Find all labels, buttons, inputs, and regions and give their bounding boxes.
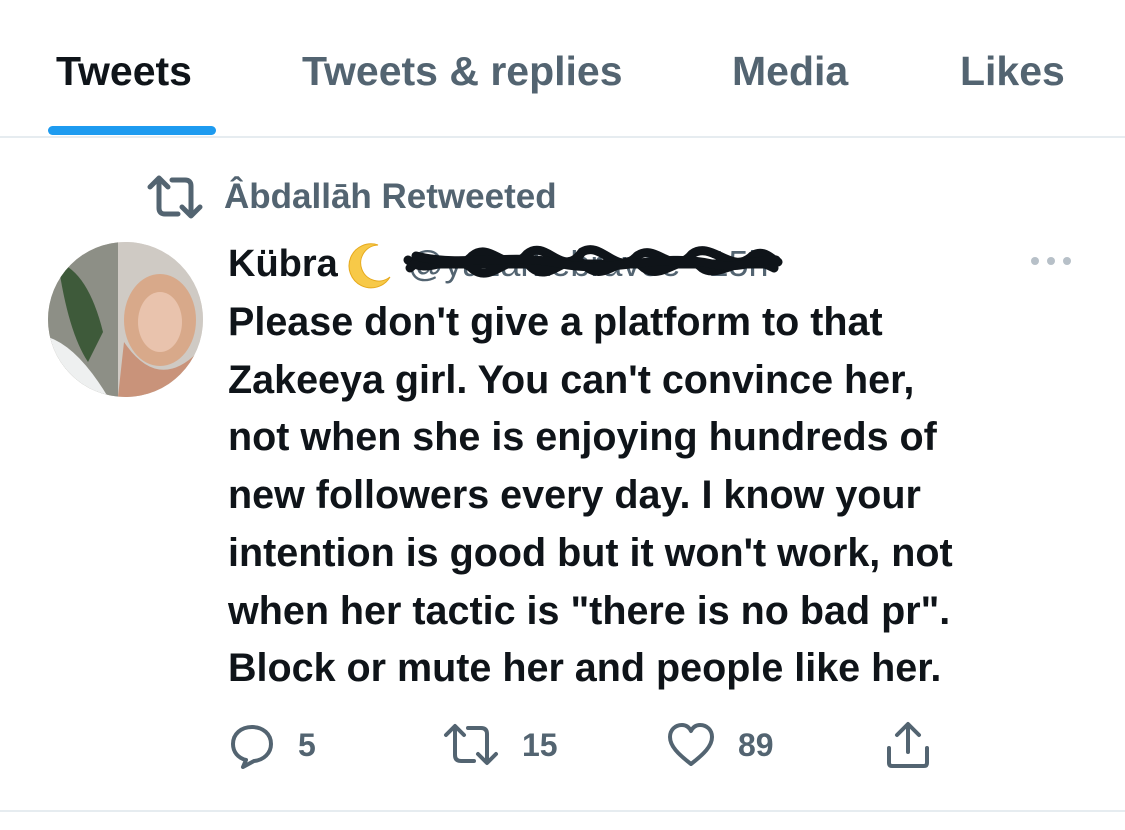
tab-media[interactable]: Media <box>732 44 848 98</box>
reply-icon <box>231 725 273 769</box>
avatar-photo <box>48 242 203 397</box>
avatar[interactable] <box>48 242 203 397</box>
tab-tweets-and-replies[interactable]: Tweets & replies <box>302 44 623 98</box>
like-button[interactable]: 89 <box>666 718 774 772</box>
share-button[interactable] <box>883 718 933 772</box>
retweet-button[interactable]: 15 <box>442 718 558 772</box>
active-tab-indicator <box>48 126 216 135</box>
tab-likes[interactable]: Likes <box>960 44 1065 98</box>
profile-tabs: Tweets Tweets & replies Media Likes <box>0 0 1125 138</box>
retweet-context-text: Âbdallāh Retweeted <box>224 177 557 216</box>
crescent-moon-icon <box>348 243 391 289</box>
redaction-scribble <box>403 245 783 278</box>
retweet-count: 15 <box>522 726 558 763</box>
tweet-header: Kübra @yazarkebravee · 15h <box>228 236 928 292</box>
author-handle[interactable]: @yazarkebravee <box>403 242 783 286</box>
heart-icon <box>668 723 714 766</box>
reply-count: 5 <box>298 726 316 763</box>
retweet-context[interactable]: Âbdallāh Retweeted <box>146 172 557 222</box>
retweet-icon <box>147 175 203 219</box>
retweet-icon <box>444 724 498 765</box>
tweet-text: Please don't give a platform to that Zak… <box>228 300 953 691</box>
profile-timeline: Tweets Tweets & replies Media Likes Âbda… <box>0 0 1125 830</box>
more-options-icon[interactable] <box>1028 250 1074 272</box>
author-display-name[interactable]: Kübra <box>228 243 338 286</box>
like-count: 89 <box>738 726 774 763</box>
tab-tweets[interactable]: Tweets <box>56 44 192 98</box>
reply-button[interactable]: 5 <box>228 718 316 772</box>
tweet-actions: 5 15 89 <box>228 718 948 772</box>
share-icon <box>887 722 929 768</box>
tweet-divider <box>0 810 1125 812</box>
